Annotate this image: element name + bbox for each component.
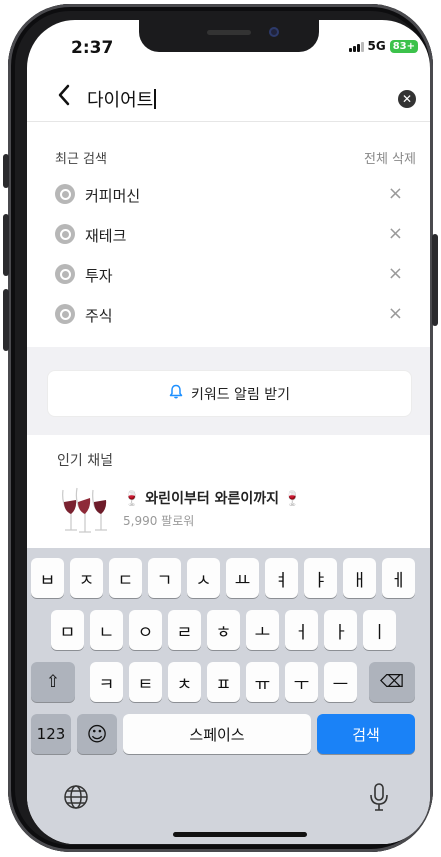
key[interactable]: ㅊ (168, 662, 201, 702)
silent-switch (3, 154, 9, 188)
emoji-key[interactable]: ☺ (77, 714, 117, 754)
status-indicators: 5G 83+ (348, 39, 418, 53)
home-indicator[interactable] (173, 832, 307, 837)
key[interactable]: ㅏ (324, 610, 357, 650)
speaker (207, 30, 251, 35)
channel-title[interactable]: 🍷 와린이부터 와른이까지 🍷 (123, 488, 301, 508)
recent-search-label: 주식 (85, 307, 113, 325)
volume-down-button (3, 289, 9, 351)
remove-icon[interactable]: × (388, 303, 403, 324)
recent-search-label: 재테크 (85, 227, 127, 245)
battery-icon: 83+ (389, 39, 418, 53)
key[interactable]: ㄱ (148, 558, 181, 598)
globe-icon[interactable] (63, 784, 89, 810)
delete-all-button[interactable]: 전체 삭제 (364, 148, 416, 167)
key[interactable]: ㅔ (382, 558, 415, 598)
phone-screen: 2:37 5G 83+ 다이어트 ✕ 최근 검색 전체 삭제 커피머신 × 재테… (27, 20, 430, 844)
search-key[interactable]: 검색 (317, 714, 415, 754)
chevron-left-icon[interactable] (57, 84, 71, 110)
status-bar: 2:37 5G 83+ (27, 20, 430, 64)
text-caret (154, 89, 157, 109)
channel-followers: 5,990 팔로워 (123, 514, 195, 528)
signal-icon (348, 41, 364, 52)
search-icon (55, 304, 75, 324)
key[interactable]: ㅈ (70, 558, 103, 598)
front-camera (269, 27, 279, 37)
popular-channels-heading: 인기 채널 (57, 453, 113, 469)
recent-search-item[interactable]: 재테크 × (55, 220, 403, 252)
space-key[interactable]: 스페이스 (123, 714, 311, 754)
search-icon (55, 264, 75, 284)
korean-keyboard: ㅂ ㅈ ㄷ ㄱ ㅅ ㅛ ㅕ ㅑ ㅐ ㅔ ㅁ ㄴ ㅇ ㄹ ㅎ ㅗ ㅓ ㅏ ㅣ ⇧ … (27, 548, 430, 844)
remove-icon[interactable]: × (388, 183, 403, 204)
key[interactable]: ㅎ (207, 610, 240, 650)
search-query-text: 다이어트 (87, 90, 154, 111)
key[interactable]: ㅑ (304, 558, 337, 598)
key[interactable]: ㅠ (246, 662, 279, 702)
backspace-key[interactable]: ⌫ (369, 662, 415, 702)
recent-search-item[interactable]: 커피머신 × (55, 180, 403, 212)
key[interactable]: ㅁ (51, 610, 84, 650)
key[interactable]: ㄴ (90, 610, 123, 650)
key[interactable]: ㅛ (226, 558, 259, 598)
search-input[interactable]: 다이어트 (87, 86, 157, 112)
key[interactable]: ㅐ (343, 558, 376, 598)
keyword-alert-label: 키워드 알림 받기 (190, 386, 291, 403)
remove-icon[interactable]: × (388, 223, 403, 244)
recent-search-item[interactable]: 주식 × (55, 300, 403, 332)
microphone-icon[interactable] (369, 782, 389, 812)
clear-circle-icon[interactable]: ✕ (398, 90, 416, 108)
key[interactable]: ㅣ (363, 610, 396, 650)
numbers-key[interactable]: 123 (31, 714, 71, 754)
key[interactable]: ㅍ (207, 662, 240, 702)
search-icon (55, 184, 75, 204)
volume-up-button (3, 214, 9, 276)
key[interactable]: ㅋ (90, 662, 123, 702)
notch (139, 20, 319, 52)
remove-icon[interactable]: × (388, 263, 403, 284)
search-icon (55, 224, 75, 244)
key[interactable]: ㅕ (265, 558, 298, 598)
bell-icon (169, 384, 183, 403)
key[interactable]: ㅂ (31, 558, 64, 598)
key[interactable]: ㅇ (129, 610, 162, 650)
key[interactable]: ㅜ (285, 662, 318, 702)
recent-search-item[interactable]: 투자 × (55, 260, 403, 292)
keyword-alert-button[interactable]: 키워드 알림 받기 (47, 370, 412, 417)
recent-search-label: 커피머신 (85, 187, 141, 205)
power-button (432, 234, 438, 326)
recent-searches-heading: 최근 검색 (55, 152, 107, 167)
phone-frame: 2:37 5G 83+ 다이어트 ✕ 최근 검색 전체 삭제 커피머신 × 재테… (3, 4, 438, 852)
wine-glasses-thumbnail[interactable] (57, 484, 113, 536)
key[interactable]: ㅗ (246, 610, 279, 650)
shift-key[interactable]: ⇧ (31, 662, 75, 702)
key[interactable]: ㅡ (324, 662, 357, 702)
key[interactable]: ㄷ (109, 558, 142, 598)
recent-search-label: 투자 (85, 267, 113, 285)
key[interactable]: ㅓ (285, 610, 318, 650)
status-time: 2:37 (71, 38, 114, 58)
divider (27, 121, 430, 122)
search-bar: 다이어트 ✕ (27, 80, 430, 120)
network-label: 5G (367, 39, 386, 53)
key[interactable]: ㅅ (187, 558, 220, 598)
key[interactable]: ㅌ (129, 662, 162, 702)
key[interactable]: ㄹ (168, 610, 201, 650)
